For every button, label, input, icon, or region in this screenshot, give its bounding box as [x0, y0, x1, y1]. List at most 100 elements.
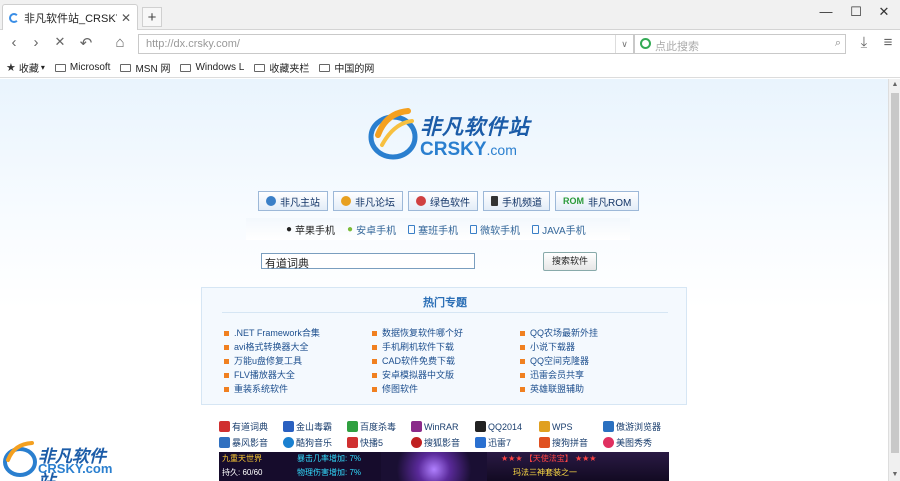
- nav-mobile-channel-button[interactable]: 手机频道: [483, 191, 550, 211]
- banner-text: 九重天世界: [222, 454, 262, 463]
- hot-topic-label: 安卓模拟器中文版: [382, 370, 455, 380]
- app-link-qvod[interactable]: 快播5: [347, 435, 411, 450]
- app-link-wps[interactable]: WPS: [539, 419, 603, 434]
- nav-green-software-button[interactable]: 绿色软件: [408, 191, 478, 211]
- app-link-youdao[interactable]: 有道词典: [219, 419, 283, 434]
- logo-english-text: CRSKY.com: [420, 139, 517, 161]
- phone-link-windows[interactable]: 微软手机: [470, 222, 520, 237]
- scroll-up-icon[interactable]: ▲: [889, 79, 900, 91]
- phone-icon: [532, 224, 540, 234]
- site-logo[interactable]: 非凡软件站 CRSKY.com: [368, 105, 538, 167]
- nav-forum-button[interactable]: 非凡论坛: [333, 191, 403, 211]
- app-link-meitu[interactable]: 美图秀秀: [603, 435, 667, 450]
- phone-link-symbian[interactable]: 塞班手机: [408, 222, 458, 237]
- app-link-duba[interactable]: 金山毒霸: [283, 419, 347, 434]
- favorite-item[interactable]: Microsoft: [54, 62, 110, 73]
- hot-topic-label: 手机刷机软件下载: [382, 342, 455, 352]
- forward-button[interactable]: ›: [26, 34, 46, 51]
- home-button[interactable]: ⌂: [110, 34, 130, 51]
- hot-topic-link[interactable]: 英雄联盟辅助: [520, 382, 598, 396]
- hot-topic-link[interactable]: 万能u盘修复工具: [224, 354, 320, 368]
- app-label: QQ2014: [488, 421, 523, 432]
- app-link-sohu-video[interactable]: 搜狐影音: [411, 435, 475, 450]
- hot-topic-link[interactable]: avi格式转换器大全: [224, 340, 320, 354]
- app-link-qq[interactable]: QQ2014: [475, 419, 539, 434]
- sogou-icon: [539, 437, 550, 448]
- phone-link-apple[interactable]: ● 苹果手机: [286, 222, 335, 237]
- hot-topic-link[interactable]: QQ农场最新外挂: [520, 326, 598, 340]
- hot-topic-label: 万能u盘修复工具: [234, 356, 303, 366]
- folder-icon: [54, 63, 66, 72]
- app-link-baidu-antivirus[interactable]: 百度杀毒: [347, 419, 411, 434]
- bullet-icon: [372, 330, 377, 336]
- new-tab-button[interactable]: +: [142, 7, 162, 27]
- game-ad-banner[interactable]: 九重天世界 持久: 60/60 暴击几率增加: 7% 物理伤害增加: 7% ★★…: [219, 452, 669, 481]
- minimize-button[interactable]: —: [812, 4, 840, 19]
- bullet-icon: [520, 330, 525, 336]
- app-label: WinRAR: [424, 421, 459, 432]
- hot-topic-link[interactable]: CAD软件免费下载: [372, 354, 463, 368]
- stop-button[interactable]: ✕: [50, 34, 70, 50]
- apps-row-2: 暴风影音 酷狗音乐 快播5 搜狐影音 迅雷7 搜狗拼音 美图秀秀: [219, 435, 679, 450]
- hot-topic-link[interactable]: 手机刷机软件下载: [372, 340, 463, 354]
- qq-icon: [475, 421, 486, 432]
- window-close-button[interactable]: ✕: [870, 4, 898, 20]
- hot-topic-link[interactable]: QQ空间克隆器: [520, 354, 598, 368]
- logo-chinese-text: 非凡软件站: [420, 116, 530, 139]
- software-search-input[interactable]: 有道词典: [261, 253, 475, 270]
- app-link-sogou-pinyin[interactable]: 搜狗拼音: [539, 435, 603, 450]
- address-bar[interactable]: http://dx.crsky.com/ ∨: [138, 34, 634, 54]
- back-button[interactable]: ‹: [4, 34, 24, 51]
- address-dropdown-icon[interactable]: ∨: [615, 35, 633, 53]
- nav-main-site-button[interactable]: 非凡主站: [258, 191, 328, 211]
- bullet-icon: [224, 358, 229, 364]
- meitu-icon: [603, 437, 614, 448]
- vertical-scrollbar[interactable]: ▲ ▼: [888, 79, 900, 481]
- app-link-maxthon[interactable]: 傲游浏览器: [603, 419, 667, 434]
- hot-topic-link[interactable]: FLV播放器大全: [224, 368, 320, 382]
- tab-close-icon[interactable]: ✕: [121, 11, 131, 25]
- folder-icon: [319, 63, 331, 72]
- browser-tab[interactable]: 非凡软件站_CRSKY.com... ✕: [2, 4, 138, 30]
- menu-button[interactable]: ≡: [878, 34, 898, 51]
- banner-right: ★★★ 【天使法宝】 ★★★ 玛法三神套装之一: [487, 452, 669, 481]
- app-link-xunlei[interactable]: 迅雷7: [475, 435, 539, 450]
- hot-topic-link[interactable]: 重装系统软件: [224, 382, 320, 396]
- search-software-button[interactable]: 搜索软件: [543, 252, 597, 271]
- favorite-item[interactable]: Windows L: [180, 62, 244, 73]
- app-label: 搜狗拼音: [552, 438, 589, 448]
- search-box[interactable]: 点此搜索 ⌕: [634, 34, 846, 54]
- favorite-item[interactable]: 中国的网: [319, 60, 374, 75]
- hot-topic-label: FLV播放器大全: [234, 370, 295, 380]
- hot-topic-link[interactable]: 修图软件: [372, 382, 463, 396]
- hot-topic-link[interactable]: 小说下载器: [520, 340, 598, 354]
- search-icon[interactable]: ⌕: [835, 37, 841, 50]
- favorites-menu[interactable]: ★ 收藏 ▾: [6, 60, 45, 75]
- hot-topic-link[interactable]: 迅雷会员共享: [520, 368, 598, 382]
- hot-topic-link[interactable]: 数据恢复软件哪个好: [372, 326, 463, 340]
- hot-topic-link[interactable]: 安卓模拟器中文版: [372, 368, 463, 382]
- search-placeholder: 点此搜索: [655, 41, 699, 53]
- favorite-item[interactable]: 收藏夹栏: [254, 60, 309, 75]
- download-button[interactable]: ⤓: [854, 34, 874, 51]
- maximize-button[interactable]: ☐: [842, 4, 870, 20]
- nav-rom-button[interactable]: ROM 非凡ROM: [555, 191, 640, 211]
- scroll-down-icon[interactable]: ▼: [889, 469, 900, 481]
- phone-icon: [470, 224, 478, 234]
- app-label: WPS: [552, 421, 573, 432]
- bullet-icon: [224, 372, 229, 378]
- phone-link-label: JAVA手机: [542, 225, 586, 237]
- phone-link-android[interactable]: ● 安卓手机: [347, 222, 396, 237]
- hot-topic-link[interactable]: .NET Framework合集: [224, 326, 320, 340]
- app-link-winrar[interactable]: WinRAR: [411, 419, 475, 434]
- undo-button[interactable]: ↶: [76, 34, 96, 52]
- logo-en-main: CRSKY: [420, 139, 487, 160]
- app-link-baofeng[interactable]: 暴风影音: [219, 435, 283, 450]
- phone-link-java[interactable]: JAVA手机: [532, 222, 586, 237]
- nav-label: 非凡ROM: [588, 197, 632, 209]
- app-link-kugou[interactable]: 酷狗音乐: [283, 435, 347, 450]
- scrollbar-thumb[interactable]: [891, 93, 899, 453]
- app-label: 迅雷7: [488, 438, 512, 448]
- divider: [222, 312, 668, 313]
- favorite-item[interactable]: MSN 网: [120, 60, 170, 75]
